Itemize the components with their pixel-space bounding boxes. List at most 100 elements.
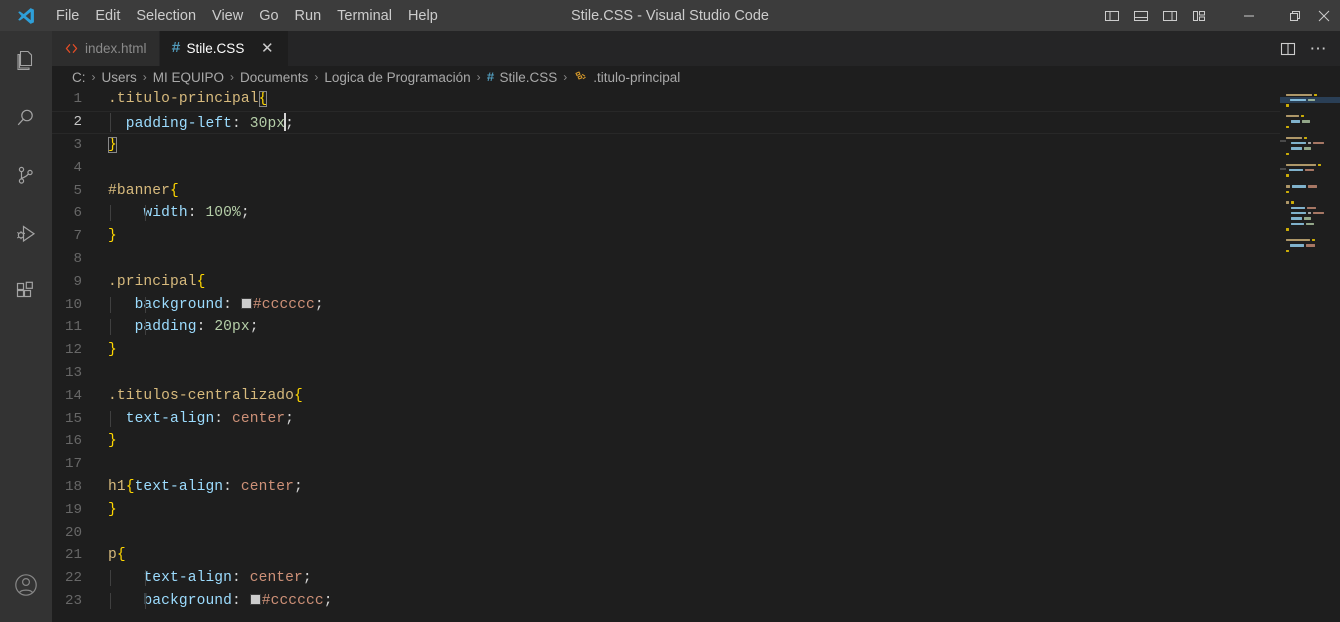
code-line[interactable]: 19 } bbox=[52, 498, 1340, 521]
line-number: 17 bbox=[64, 456, 82, 473]
line-number: 22 bbox=[64, 570, 82, 587]
code-line[interactable]: 17 bbox=[52, 453, 1340, 476]
code-line[interactable]: 4 bbox=[52, 156, 1340, 179]
minimize-button[interactable] bbox=[1226, 0, 1272, 31]
line-number: 14 bbox=[64, 387, 82, 404]
scrollbar-vertical[interactable] bbox=[1326, 88, 1340, 622]
code-line[interactable]: 5 #banner{ bbox=[52, 179, 1340, 202]
code-line[interactable]: 7 } bbox=[52, 225, 1340, 248]
line-number: 18 bbox=[64, 478, 82, 495]
line-content: padding: 20px; bbox=[108, 319, 259, 336]
chevron-right-icon: › bbox=[476, 70, 481, 84]
line-number: 13 bbox=[64, 364, 82, 381]
line-number: 11 bbox=[64, 319, 82, 336]
menu-terminal[interactable]: Terminal bbox=[329, 5, 400, 27]
code-line[interactable]: 18 h1{text-align: center; bbox=[52, 476, 1340, 499]
menu-go[interactable]: Go bbox=[251, 5, 286, 27]
color-swatch bbox=[249, 593, 261, 605]
code-line[interactable]: 20 bbox=[52, 521, 1340, 544]
code-line[interactable]: 6 width: 100%; bbox=[52, 202, 1340, 225]
title-bar-actions bbox=[1099, 0, 1340, 31]
breadcrumb-item-drive[interactable]: C: bbox=[72, 70, 86, 85]
line-content: p{ bbox=[108, 547, 126, 564]
breadcrumb-label: Stile.CSS bbox=[499, 69, 558, 85]
breadcrumb-label: Logica de Programación bbox=[324, 69, 471, 85]
sidebar-item-extensions[interactable] bbox=[0, 263, 52, 321]
breadcrumb-item-symbol[interactable]: .titulo-principal bbox=[573, 70, 680, 85]
menu-file[interactable]: File bbox=[48, 5, 87, 27]
split-editor-right-icon[interactable] bbox=[1274, 35, 1302, 63]
breadcrumb-label: C: bbox=[72, 69, 86, 85]
activity-bar bbox=[0, 31, 52, 622]
editor-actions: ⋯ bbox=[1274, 31, 1340, 66]
line-content: .titulo-principal{ bbox=[108, 91, 268, 108]
toggle-secondary-sidebar-icon[interactable] bbox=[1157, 3, 1183, 29]
code-line[interactable]: 8 bbox=[52, 248, 1340, 271]
code-editor[interactable]: 1 .titulo-principal{ 2 padding-left: 30p… bbox=[52, 88, 1340, 622]
code-line[interactable]: 3 } bbox=[52, 134, 1340, 157]
line-content: background: #cccccc; bbox=[108, 296, 324, 313]
code-line[interactable]: 12 } bbox=[52, 339, 1340, 362]
line-number: 20 bbox=[64, 524, 82, 541]
code-line[interactable]: 21 p{ bbox=[52, 544, 1340, 567]
customize-layout-icon[interactable] bbox=[1186, 3, 1212, 29]
code-line[interactable]: 1 .titulo-principal{ bbox=[52, 88, 1340, 111]
breadcrumb-item-file[interactable]: # Stile.CSS bbox=[487, 70, 558, 85]
line-number: 3 bbox=[73, 136, 82, 153]
code-line[interactable]: 23 background: #cccccc; bbox=[52, 590, 1340, 613]
line-content: width: 100%; bbox=[108, 205, 250, 222]
breadcrumb-label: Users bbox=[101, 69, 137, 85]
code-line[interactable]: 16 } bbox=[52, 430, 1340, 453]
sidebar-item-search[interactable] bbox=[0, 89, 52, 147]
menu-run[interactable]: Run bbox=[287, 5, 330, 27]
close-button[interactable] bbox=[1318, 0, 1340, 31]
css-file-icon: # bbox=[486, 69, 495, 85]
code-line[interactable]: 13 bbox=[52, 362, 1340, 385]
code-line[interactable]: 14 .titulos-centralizado{ bbox=[52, 384, 1340, 407]
more-actions-icon[interactable]: ⋯ bbox=[1304, 35, 1332, 63]
maximize-button[interactable] bbox=[1272, 0, 1318, 31]
breadcrumb-label: Documents bbox=[240, 69, 309, 85]
line-number: 6 bbox=[73, 205, 82, 222]
sidebar-item-run-and-debug[interactable] bbox=[0, 205, 52, 263]
toggle-panel-icon[interactable] bbox=[1128, 3, 1154, 29]
code-line[interactable]: 2 padding-left: 30px; bbox=[52, 110, 1340, 134]
more-actions-glyph: ⋯ bbox=[1309, 39, 1327, 58]
breadcrumb-item-folder[interactable]: Logica de Programación bbox=[324, 70, 470, 85]
breadcrumb: C: › Users › MI EQUIPO › Documents › Log… bbox=[52, 66, 1340, 88]
line-number: 21 bbox=[64, 547, 82, 564]
line-number: 16 bbox=[64, 433, 82, 450]
code-line[interactable]: 11 padding: 20px; bbox=[52, 316, 1340, 339]
tab-label: index.html bbox=[85, 41, 147, 56]
sidebar-item-source-control[interactable] bbox=[0, 147, 52, 205]
code-line[interactable]: 10 background: #cccccc; bbox=[52, 293, 1340, 316]
menu-edit[interactable]: Edit bbox=[87, 5, 128, 27]
line-number: 12 bbox=[64, 342, 82, 359]
code-line[interactable]: 22 text-align: center; bbox=[52, 567, 1340, 590]
css-file-icon: # bbox=[171, 40, 181, 57]
breadcrumb-item-documents[interactable]: Documents bbox=[240, 70, 308, 85]
line-content: h1{text-align: center; bbox=[108, 478, 303, 495]
line-number: 4 bbox=[73, 159, 82, 176]
menu-view[interactable]: View bbox=[204, 5, 251, 27]
line-content: #banner{ bbox=[108, 182, 179, 199]
breadcrumb-item-users[interactable]: Users bbox=[102, 70, 137, 85]
chevron-right-icon: › bbox=[142, 70, 147, 84]
editor-group: index.html # Stile.CSS ✕ ⋯ C: › Users › … bbox=[52, 31, 1340, 622]
chevron-right-icon: › bbox=[314, 70, 319, 84]
tab-stile-css[interactable]: # Stile.CSS ✕ bbox=[159, 31, 290, 66]
tab-index-html[interactable]: index.html bbox=[52, 31, 160, 66]
menu-selection[interactable]: Selection bbox=[128, 5, 204, 27]
sidebar-item-explorer[interactable] bbox=[0, 31, 52, 89]
sidebar-item-accounts[interactable] bbox=[0, 572, 52, 622]
code-line[interactable]: 9 .principal{ bbox=[52, 270, 1340, 293]
vscode-logo-icon bbox=[0, 0, 52, 31]
line-content: } bbox=[108, 501, 117, 518]
title-bar: File Edit Selection View Go Run Terminal… bbox=[0, 0, 1340, 31]
tab-label: Stile.CSS bbox=[186, 41, 245, 56]
toggle-primary-sidebar-icon[interactable] bbox=[1099, 3, 1125, 29]
breadcrumb-item-mi-equipo[interactable]: MI EQUIPO bbox=[153, 70, 224, 85]
close-icon[interactable]: ✕ bbox=[258, 40, 276, 58]
code-line[interactable]: 15 text-align: center; bbox=[52, 407, 1340, 430]
menu-help[interactable]: Help bbox=[400, 5, 446, 27]
